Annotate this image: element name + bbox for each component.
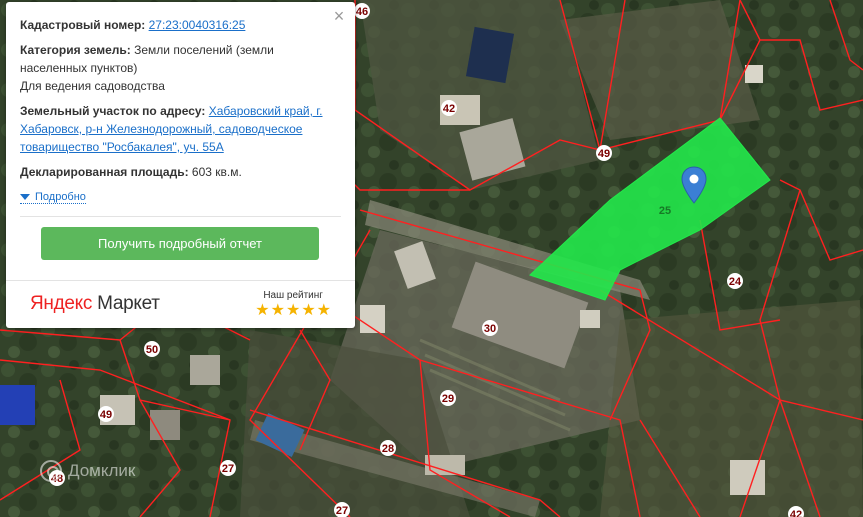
- cadastral-number-row: Кадастровый номер: 27:23:0040316:25: [20, 16, 341, 34]
- svg-text:25: 25: [659, 205, 671, 217]
- star-icon: ★: [316, 302, 331, 319]
- star-icon: ★: [301, 302, 316, 319]
- area-value: 603 кв.м.: [191, 165, 242, 179]
- rating-stars: ★ ★ ★ ★ ★: [255, 303, 331, 319]
- area-row: Декларированная площадь: 603 кв.м.: [20, 163, 341, 181]
- svg-text:42: 42: [790, 509, 802, 517]
- parcel-label-29: 29: [440, 390, 456, 406]
- parcel-label-46: 46: [354, 3, 370, 19]
- parcel-label-24: 24: [727, 273, 743, 289]
- domclick-watermark: Домклик: [40, 460, 135, 482]
- close-icon[interactable]: ×: [331, 7, 347, 25]
- svg-text:49: 49: [100, 409, 112, 421]
- svg-text:27: 27: [336, 505, 348, 517]
- land-category-row: Категория земель: Земли поселений (земли…: [20, 41, 341, 95]
- market-logo-text: Маркет: [97, 293, 160, 314]
- svg-text:24: 24: [729, 276, 742, 288]
- divider: [20, 216, 341, 217]
- parcel-label-30: 30: [482, 320, 498, 336]
- cadastral-number-link[interactable]: 27:23:0040316:25: [149, 18, 246, 32]
- land-usage-value: Для ведения садоводства: [20, 79, 165, 93]
- parcel-label-42: 42: [441, 100, 457, 116]
- star-icon: ★: [255, 302, 270, 319]
- yandex-market-logo[interactable]: Яндекс Маркет: [30, 293, 160, 315]
- parcel-label-25: 25: [659, 205, 671, 217]
- parcel-label-28: 28: [380, 440, 396, 456]
- parcel-label-49: 49: [596, 145, 612, 161]
- rating-widget[interactable]: Наш рейтинг ★ ★ ★ ★ ★: [255, 290, 331, 319]
- address-row: Земельный участок по адресу: Хабаровский…: [20, 102, 341, 156]
- parcel-label-27b: 27: [334, 502, 350, 517]
- get-report-button[interactable]: Получить подробный отчет: [41, 227, 319, 260]
- triangle-down-icon: [20, 194, 30, 200]
- svg-text:28: 28: [382, 443, 394, 455]
- domclick-logo-icon: [40, 460, 62, 482]
- details-toggle[interactable]: Подробно: [20, 191, 86, 204]
- cadastral-info-panel: × Кадастровый номер: 27:23:0040316:25 Ка…: [6, 2, 355, 328]
- svg-text:49: 49: [598, 148, 610, 160]
- parcel-label-50: 50: [144, 341, 160, 357]
- yandex-logo-text: Яндекс: [30, 293, 93, 314]
- location-marker-icon[interactable]: [681, 166, 707, 204]
- cadastral-number-label: Кадастровый номер:: [20, 18, 146, 32]
- rating-label: Наш рейтинг: [263, 290, 323, 301]
- svg-text:29: 29: [442, 393, 454, 405]
- land-category-label: Категория земель:: [20, 43, 131, 57]
- svg-text:30: 30: [484, 323, 496, 335]
- watermark-text: Домклик: [68, 461, 136, 480]
- panel-footer: Яндекс Маркет Наш рейтинг ★ ★ ★ ★ ★: [6, 280, 355, 328]
- star-icon: ★: [285, 302, 301, 319]
- svg-text:42: 42: [443, 103, 455, 115]
- svg-text:27: 27: [222, 463, 234, 475]
- details-toggle-label: Подробно: [35, 191, 86, 203]
- svg-text:50: 50: [146, 344, 158, 356]
- area-label: Декларированная площадь:: [20, 165, 189, 179]
- svg-text:46: 46: [356, 6, 368, 18]
- parcel-label-27: 27: [220, 460, 236, 476]
- parcel-label-49b: 49: [98, 406, 114, 422]
- star-icon: ★: [270, 302, 285, 319]
- address-label: Земельный участок по адресу:: [20, 104, 206, 118]
